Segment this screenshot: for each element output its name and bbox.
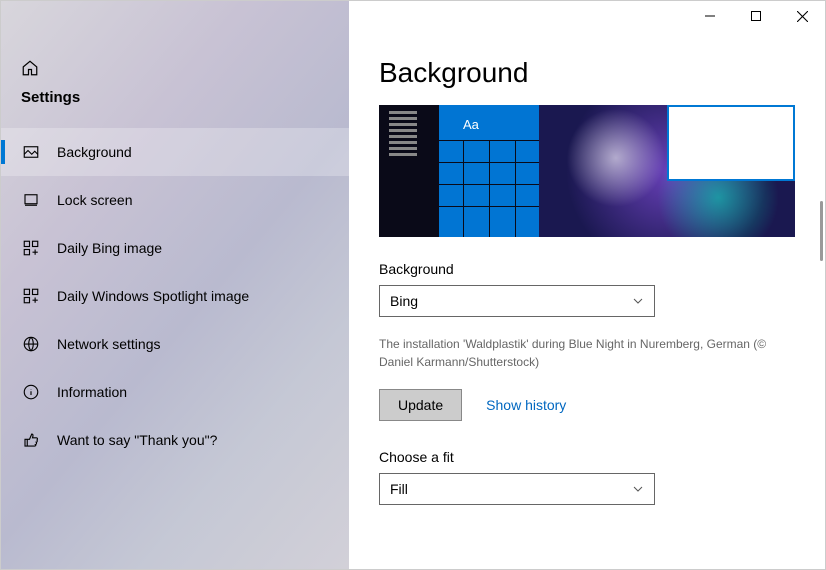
grid-plus-icon: [21, 238, 41, 258]
nav-label: Want to say "Thank you"?: [57, 432, 217, 448]
sidebar: Settings Background Lock screen Daily Bi…: [1, 1, 349, 569]
nav-label: Network settings: [57, 336, 160, 352]
nav-item-daily-bing[interactable]: Daily Bing image: [1, 224, 349, 272]
nav-item-thank-you[interactable]: Want to say "Thank you"?: [1, 416, 349, 464]
desktop-preview: Aa: [379, 105, 795, 237]
fit-select-value: Fill: [390, 481, 408, 497]
nav-item-daily-spotlight[interactable]: Daily Windows Spotlight image: [1, 272, 349, 320]
minimize-button[interactable]: [687, 1, 733, 31]
nav-item-lock-screen[interactable]: Lock screen: [1, 176, 349, 224]
home-button[interactable]: [1, 59, 349, 89]
app-window: Settings Background Lock screen Daily Bi…: [1, 1, 825, 569]
image-caption: The installation 'Waldplastik' during Bl…: [379, 335, 795, 371]
preview-taskbar: [389, 111, 421, 231]
chevron-down-icon: [632, 483, 644, 495]
nav-list: Background Lock screen Daily Bing image …: [1, 128, 349, 464]
fit-label: Choose a fit: [379, 449, 795, 465]
scrollbar-thumb[interactable]: [820, 201, 823, 261]
actions-row: Update Show history: [379, 389, 795, 421]
maximize-icon: [751, 11, 761, 21]
close-button[interactable]: [779, 1, 825, 31]
nav-label: Lock screen: [57, 192, 132, 208]
info-icon: [21, 382, 41, 402]
chevron-down-icon: [632, 295, 644, 307]
nav-item-background[interactable]: Background: [1, 128, 349, 176]
preview-sample-text: Aa: [463, 117, 479, 132]
nav-item-information[interactable]: Information: [1, 368, 349, 416]
show-history-link[interactable]: Show history: [486, 397, 566, 413]
thumbs-up-icon: [21, 430, 41, 450]
background-select[interactable]: Bing: [379, 285, 655, 317]
sidebar-title: Settings: [1, 89, 349, 128]
fit-select[interactable]: Fill: [379, 473, 655, 505]
nav-label: Daily Windows Spotlight image: [57, 288, 249, 304]
background-label: Background: [379, 261, 795, 277]
content-area: Background Aa: [349, 33, 825, 569]
preview-start-tiles: Aa: [439, 105, 539, 237]
titlebar: [349, 1, 825, 33]
grid-plus-icon: [21, 286, 41, 306]
nav-label: Daily Bing image: [57, 240, 162, 256]
globe-icon: [21, 334, 41, 354]
page-title: Background: [379, 57, 795, 89]
maximize-button[interactable]: [733, 1, 779, 31]
background-select-value: Bing: [390, 293, 418, 309]
home-icon: [21, 59, 39, 77]
picture-icon: [21, 142, 41, 162]
update-button[interactable]: Update: [379, 389, 462, 421]
lock-screen-icon: [21, 190, 41, 210]
main-panel: Background Aa: [349, 1, 825, 569]
nav-item-network[interactable]: Network settings: [1, 320, 349, 368]
preview-window: [667, 105, 795, 181]
preview-wallpaper: [539, 105, 795, 237]
close-icon: [797, 11, 808, 22]
minimize-icon: [705, 11, 715, 21]
nav-label: Information: [57, 384, 127, 400]
nav-label: Background: [57, 144, 132, 160]
